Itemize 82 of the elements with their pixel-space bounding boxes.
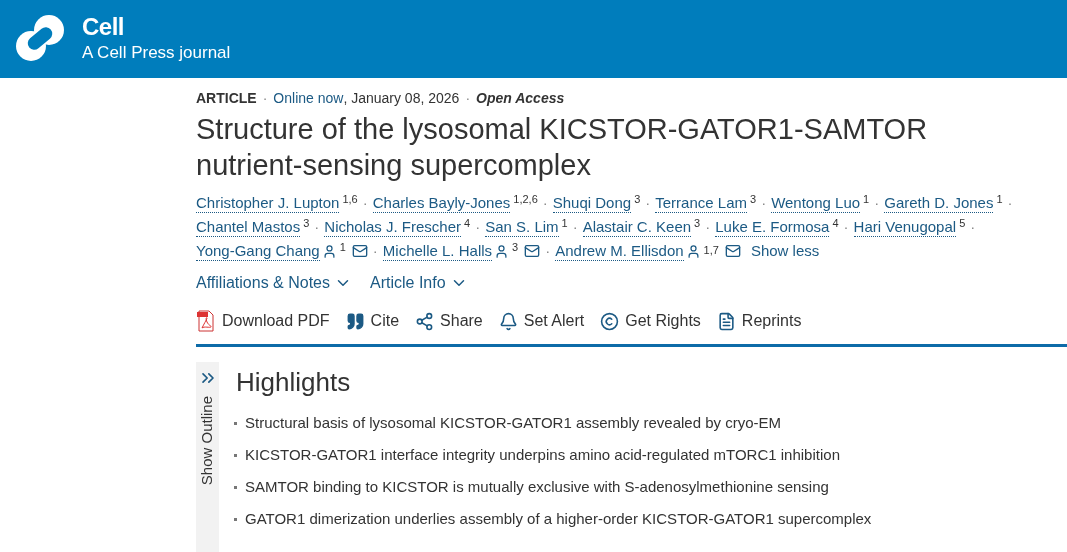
author-link[interactable]: Alastair C. Keen [582, 217, 692, 237]
open-access-label: Open Access [476, 89, 565, 108]
separator: · [843, 217, 849, 237]
copyright-icon [600, 311, 620, 331]
publication-date: , January 08, 2026 [343, 89, 460, 108]
separator: · [874, 193, 880, 213]
author-link[interactable]: Hari Venugopal [853, 217, 957, 237]
author-link[interactable]: San S. Lim [485, 217, 559, 237]
separator: · [262, 89, 268, 108]
separator: · [645, 193, 651, 213]
separator: · [545, 241, 551, 261]
bullet-icon [234, 421, 237, 425]
email-icon[interactable] [351, 243, 368, 259]
affiliation-number: 5 [959, 216, 966, 230]
separator: · [465, 89, 471, 108]
affiliation-number: 3 [303, 216, 310, 230]
author-link[interactable]: Christopher J. Lupton [196, 193, 340, 213]
outline-sidebar[interactable]: Show Outline [196, 362, 219, 552]
author-link[interactable]: Shuqi Dong [552, 193, 632, 213]
separator: · [970, 217, 976, 237]
action-button[interactable]: Set Alert [498, 309, 585, 333]
action-button[interactable]: Download PDF [196, 309, 330, 333]
affiliation-number: 1,2,6 [513, 192, 538, 206]
pdf-file-icon [196, 310, 216, 332]
affiliation-number: 3 [750, 192, 757, 206]
affiliation-number: 4 [832, 216, 839, 230]
affiliation-number: 3 [512, 240, 519, 254]
show-less-link[interactable]: Show less [750, 239, 820, 263]
article-title: Structure of the lysosomal KICSTOR-GATOR1-SAMTOR nutrient-sensing supercomplex [196, 112, 929, 183]
separator: · [372, 241, 378, 261]
affiliation-number: 1 [339, 240, 346, 254]
separator: · [572, 217, 578, 237]
affiliation-number: 3 [634, 192, 641, 206]
article-type: ARTICLE [196, 89, 257, 108]
share-icon [415, 311, 435, 331]
email-icon[interactable] [724, 243, 741, 259]
author-link[interactable]: Yong-Gang Chang [196, 241, 320, 261]
bell-icon [498, 311, 518, 331]
author-link[interactable]: Andrew M. Ellisdon [555, 241, 684, 261]
affiliation-number: 1,7 [703, 242, 719, 257]
author-link[interactable]: Nicholas J. Frescher [324, 217, 462, 237]
separator: · [761, 193, 767, 213]
quote-icon [345, 311, 365, 331]
action-button[interactable]: Get Rights [600, 309, 701, 333]
highlight-text: KICSTOR-GATOR1 interface integrity underpins amino acid-regulated mTORC1 inhibition [245, 445, 840, 465]
highlights-heading: Highlights [236, 366, 352, 398]
affiliation-number: 3 [694, 216, 701, 230]
email-icon[interactable] [524, 243, 541, 259]
document-icon [716, 311, 736, 331]
author-link[interactable]: Luke E. Formosa [715, 217, 830, 237]
separator: · [1007, 193, 1013, 213]
dropdown-toggle[interactable]: Affiliations & Notes [196, 271, 352, 295]
affiliation-number: 1 [561, 216, 568, 230]
author-link[interactable]: Terrance Lam [655, 193, 747, 213]
author-link[interactable]: Gareth D. Jones [884, 193, 994, 213]
bullet-icon [234, 485, 237, 489]
online-now-link[interactable]: Online now [273, 88, 344, 109]
highlight-text: GATOR1 dimerization underlies assembly of a higher-order KICSTOR-GATOR1 supercomplex [245, 509, 872, 529]
show-outline-label: Show Outline [197, 396, 217, 486]
dropdown-toggle[interactable]: Article Info [370, 271, 468, 295]
separator: · [475, 217, 481, 237]
journal-name[interactable]: Cell [82, 13, 231, 41]
separator: · [362, 193, 368, 213]
separator: · [542, 193, 548, 213]
author-link[interactable]: Wentong Luo [771, 193, 861, 213]
author-link[interactable]: Charles Bayly-Jones [372, 193, 511, 213]
affiliation-number: 1,6 [342, 192, 358, 206]
action-button[interactable]: Reprints [716, 309, 802, 333]
author-link[interactable]: Michelle L. Halls [382, 241, 493, 261]
action-button[interactable]: Share [415, 309, 483, 333]
affiliation-number: 1 [863, 192, 870, 206]
affiliation-number: 4 [464, 216, 471, 230]
affiliation-number: 1 [996, 192, 1003, 206]
highlight-text: Structural basis of lysosomal KICSTOR-GATOR1 assembly revealed by cryo-EM [245, 413, 781, 433]
author-link[interactable]: Chantel Mastos [196, 217, 301, 237]
separator: · [314, 217, 320, 237]
highlight-text: SAMTOR binding to KICSTOR is mutually exclusive with S-adenosylmethionine sensing [245, 477, 829, 497]
separator: · [705, 217, 711, 237]
bullet-icon [234, 453, 237, 457]
action-button[interactable]: Cite [345, 309, 400, 333]
bullet-icon [234, 517, 237, 521]
journal-subtitle: A Cell Press journal [82, 42, 231, 64]
